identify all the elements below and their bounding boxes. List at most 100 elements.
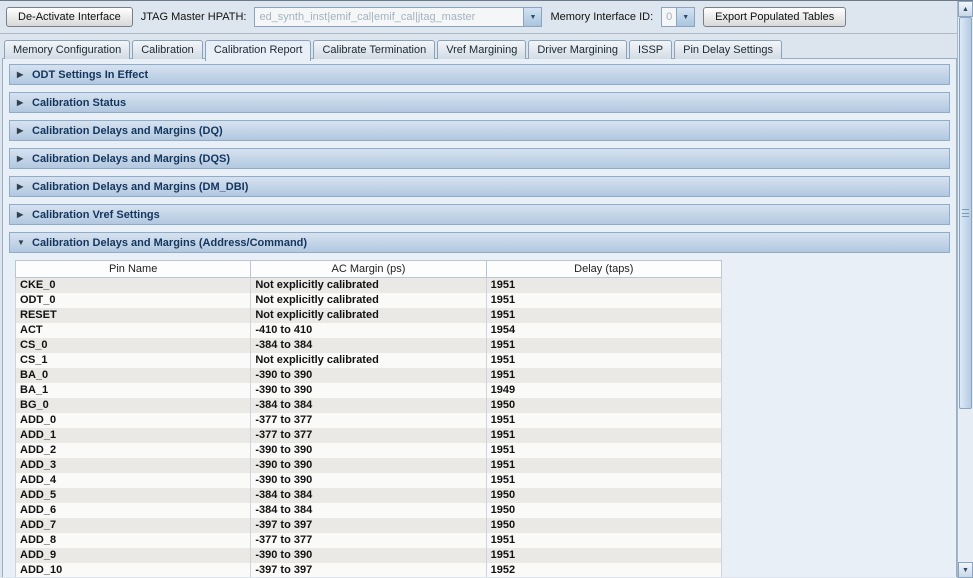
section-calibration-delays-and-margins-dq[interactable]: ▶Calibration Delays and Margins (DQ) xyxy=(9,120,950,141)
ac-margin-cell: -390 to 390 xyxy=(251,473,486,488)
table-row-ba-0[interactable]: BA_0-390 to 3901951 xyxy=(16,368,722,383)
scrollbar-thumb[interactable] xyxy=(959,17,972,409)
table-row-add-0[interactable]: ADD_0-377 to 3771951 xyxy=(16,413,722,428)
section-calibration-vref-settings[interactable]: ▶Calibration Vref Settings xyxy=(9,204,950,225)
pin-name-cell: ADD_10 xyxy=(16,563,251,577)
delay-cell: 1951 xyxy=(486,308,721,323)
table-row-add-5[interactable]: ADD_5-384 to 3841950 xyxy=(16,488,722,503)
pin-name-cell: ADD_1 xyxy=(16,428,251,443)
delay-cell: 1951 xyxy=(486,473,721,488)
pin-name-cell: CS_1 xyxy=(16,353,251,368)
ac-margin-cell: -390 to 390 xyxy=(251,548,486,563)
address-command-table-wrap: Pin NameAC Margin (ps)Delay (taps) CKE_0… xyxy=(15,260,950,577)
delay-cell: 1951 xyxy=(486,533,721,548)
ac-margin-cell: -390 to 390 xyxy=(251,458,486,473)
table-row-add-3[interactable]: ADD_3-390 to 3901951 xyxy=(16,458,722,473)
section-calibration-delays-and-margins-dqs[interactable]: ▶Calibration Delays and Margins (DQS) xyxy=(9,148,950,169)
deactivate-interface-button[interactable]: De-Activate Interface xyxy=(6,7,133,27)
table-row-add-7[interactable]: ADD_7-397 to 3971950 xyxy=(16,518,722,533)
toolbar: De-Activate Interface JTAG Master HPATH:… xyxy=(0,1,973,34)
section-calibration-delays-and-margins-dm-dbi[interactable]: ▶Calibration Delays and Margins (DM_DBI) xyxy=(9,176,950,197)
jtag-hpath-combobox[interactable]: ed_synth_inst|emif_cal|emif_cal|jtag_mas… xyxy=(254,7,542,27)
delay-cell: 1951 xyxy=(486,338,721,353)
table-row-bg-0[interactable]: BG_0-384 to 3841950 xyxy=(16,398,722,413)
tab-driver-margining[interactable]: Driver Margining xyxy=(528,40,627,59)
section-calibration-status[interactable]: ▶Calibration Status xyxy=(9,92,950,113)
ac-margin-cell: -377 to 377 xyxy=(251,428,486,443)
section-label: Calibration Delays and Margins (DQS) xyxy=(32,153,230,165)
tab-issp[interactable]: ISSP xyxy=(629,40,672,59)
tab-calibration-report[interactable]: Calibration Report xyxy=(205,40,312,61)
delay-cell: 1950 xyxy=(486,398,721,413)
calibration-report-panel: ▶ODT Settings In Effect▶Calibration Stat… xyxy=(2,58,957,577)
table-row-reset[interactable]: RESETNot explicitly calibrated1951 xyxy=(16,308,722,323)
ac-margin-cell: -377 to 377 xyxy=(251,413,486,428)
pin-name-cell: ADD_0 xyxy=(16,413,251,428)
tab-calibrate-termination[interactable]: Calibrate Termination xyxy=(313,40,435,59)
section-label: Calibration Status xyxy=(32,97,126,109)
delay-cell: 1950 xyxy=(486,503,721,518)
memory-interface-id-combobox[interactable]: 0 ▼ xyxy=(661,7,695,27)
tab-vref-margining[interactable]: Vref Margining xyxy=(437,40,526,59)
chevron-down-icon[interactable]: ▼ xyxy=(523,8,541,26)
ac-margin-cell: -377 to 377 xyxy=(251,533,486,548)
table-row-add-4[interactable]: ADD_4-390 to 3901951 xyxy=(16,473,722,488)
delay-cell: 1951 xyxy=(486,293,721,308)
pin-name-cell: CKE_0 xyxy=(16,278,251,294)
pin-name-cell: ADD_4 xyxy=(16,473,251,488)
table-row-add-8[interactable]: ADD_8-377 to 3771951 xyxy=(16,533,722,548)
table-header-row: Pin NameAC Margin (ps)Delay (taps) xyxy=(16,261,722,278)
table-row-add-1[interactable]: ADD_1-377 to 3771951 xyxy=(16,428,722,443)
delay-cell: 1951 xyxy=(486,353,721,368)
ac-margin-cell: -384 to 384 xyxy=(251,398,486,413)
scrollbar-grip-icon xyxy=(962,209,969,217)
pin-name-cell: ADD_6 xyxy=(16,503,251,518)
pin-name-cell: ACT xyxy=(16,323,251,338)
triangle-right-icon: ▶ xyxy=(17,182,25,191)
delay-cell: 1951 xyxy=(486,413,721,428)
memory-interface-id-value: 0 xyxy=(662,8,676,26)
section-label: Calibration Delays and Margins (Address/… xyxy=(32,237,307,249)
export-populated-tables-button[interactable]: Export Populated Tables xyxy=(703,7,846,27)
delay-cell: 1951 xyxy=(486,278,721,294)
section-odt-settings-in-effect[interactable]: ▶ODT Settings In Effect xyxy=(9,64,950,85)
table-row-ba-1[interactable]: BA_1-390 to 3901949 xyxy=(16,383,722,398)
section-label: ODT Settings In Effect xyxy=(32,69,148,81)
ac-margin-cell: -384 to 384 xyxy=(251,488,486,503)
ac-margin-cell: -390 to 390 xyxy=(251,368,486,383)
memory-interface-id-label: Memory Interface ID: xyxy=(550,11,653,23)
pin-name-cell: ADD_9 xyxy=(16,548,251,563)
delay-cell: 1951 xyxy=(486,443,721,458)
scroll-up-arrow-icon[interactable]: ▲ xyxy=(958,1,973,17)
scroll-down-arrow-icon[interactable]: ▼ xyxy=(958,562,973,578)
jtag-hpath-value: ed_synth_inst|emif_cal|emif_cal|jtag_mas… xyxy=(255,8,523,26)
pin-name-cell: RESET xyxy=(16,308,251,323)
chevron-down-icon[interactable]: ▼ xyxy=(676,8,694,26)
column-header-pin-name: Pin Name xyxy=(16,261,251,278)
delay-cell: 1949 xyxy=(486,383,721,398)
table-row-add-10[interactable]: ADD_10-397 to 3971952 xyxy=(16,563,722,577)
table-row-add-9[interactable]: ADD_9-390 to 3901951 xyxy=(16,548,722,563)
tab-pin-delay-settings[interactable]: Pin Delay Settings xyxy=(674,40,782,59)
accordion-sections: ▶ODT Settings In Effect▶Calibration Stat… xyxy=(9,64,950,253)
pin-name-cell: ADD_3 xyxy=(16,458,251,473)
table-row-add-2[interactable]: ADD_2-390 to 3901951 xyxy=(16,443,722,458)
tab-memory-configuration[interactable]: Memory Configuration xyxy=(4,40,130,59)
pin-name-cell: ODT_0 xyxy=(16,293,251,308)
tab-bar: Memory ConfigurationCalibrationCalibrati… xyxy=(0,40,973,59)
table-row-cke-0[interactable]: CKE_0Not explicitly calibrated1951 xyxy=(16,278,722,294)
pin-name-cell: BG_0 xyxy=(16,398,251,413)
section-calibration-delays-and-margins-address-command[interactable]: ▼Calibration Delays and Margins (Address… xyxy=(9,232,950,253)
vertical-scrollbar[interactable]: ▲ ▼ xyxy=(957,1,973,578)
tab-calibration[interactable]: Calibration xyxy=(132,40,203,59)
column-header-ac-margin-ps: AC Margin (ps) xyxy=(251,261,486,278)
delay-cell: 1950 xyxy=(486,518,721,533)
delay-cell: 1954 xyxy=(486,323,721,338)
table-row-add-6[interactable]: ADD_6-384 to 3841950 xyxy=(16,503,722,518)
table-row-odt-0[interactable]: ODT_0Not explicitly calibrated1951 xyxy=(16,293,722,308)
table-row-cs-1[interactable]: CS_1Not explicitly calibrated1951 xyxy=(16,353,722,368)
table-row-act[interactable]: ACT-410 to 4101954 xyxy=(16,323,722,338)
pin-name-cell: ADD_5 xyxy=(16,488,251,503)
jtag-hpath-label: JTAG Master HPATH: xyxy=(141,11,247,23)
table-row-cs-0[interactable]: CS_0-384 to 3841951 xyxy=(16,338,722,353)
